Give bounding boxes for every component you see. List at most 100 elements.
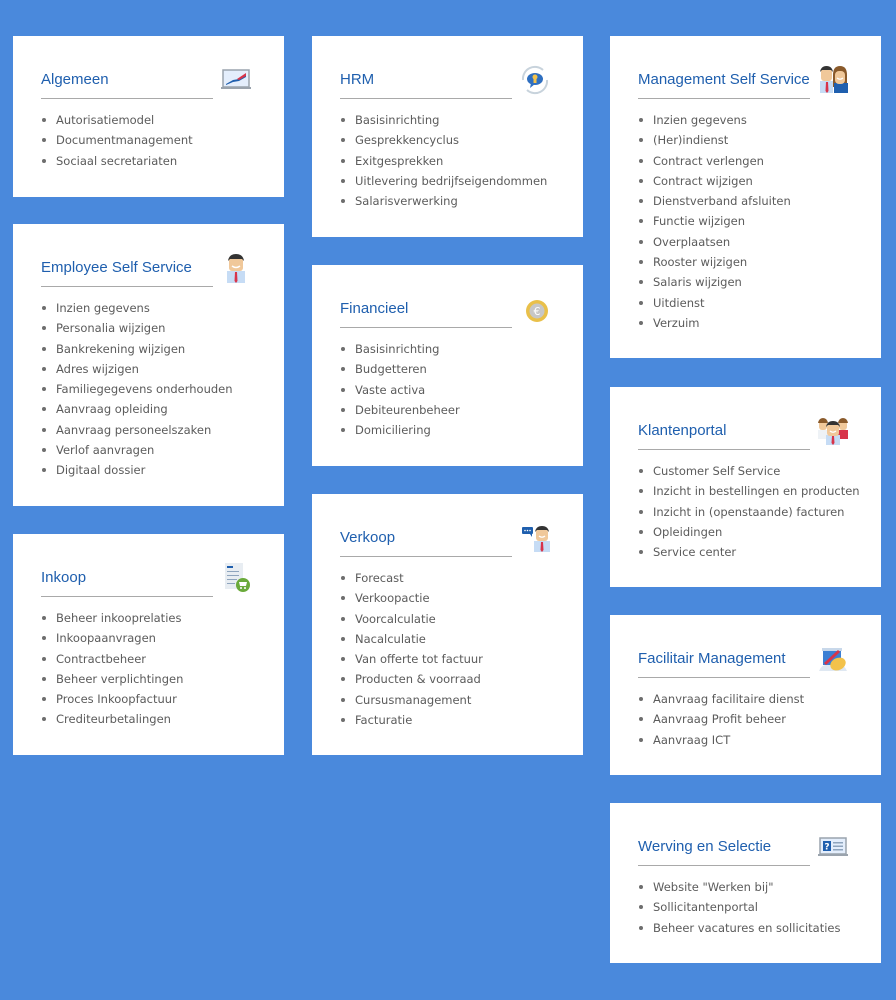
list-item[interactable]: Van offerte tot factuur xyxy=(340,649,555,669)
list-item[interactable]: Aanvraag personeelszaken xyxy=(41,420,256,440)
man-woman-icon xyxy=(816,63,850,97)
list-item[interactable]: Verzuim xyxy=(638,313,853,333)
purchase-list-cart-icon xyxy=(219,561,253,595)
conversation-cycle-icon xyxy=(518,63,552,97)
card-item-list: Inzien gegevens Personalia wijzigen Bank… xyxy=(41,298,256,481)
card-employee-self-service: Employee Self Service Inzien gegevens Pe… xyxy=(13,224,284,506)
card-header: Inkoop xyxy=(41,563,250,597)
list-item[interactable]: Debiteurenbeheer xyxy=(340,400,555,420)
card-header: Facilitair Management xyxy=(638,648,847,678)
list-item[interactable]: Contract verlengen xyxy=(638,151,853,171)
card-title[interactable]: Management Self Service xyxy=(638,71,810,89)
card-title[interactable]: Algemeen xyxy=(41,71,109,89)
list-item[interactable]: Beheer inkooprelaties xyxy=(41,608,256,628)
card-title[interactable]: Werving en Selectie xyxy=(638,838,771,856)
list-item[interactable]: Functie wijzigen xyxy=(638,211,853,231)
list-item[interactable]: Verlof aanvragen xyxy=(41,440,256,460)
list-item[interactable]: Familiegegevens onderhouden xyxy=(41,379,256,399)
list-item[interactable]: Contract wijzigen xyxy=(638,171,853,191)
list-item[interactable]: Uitlevering bedrijfseigendommen xyxy=(340,171,555,191)
list-item[interactable]: Aanvraag facilitaire dienst xyxy=(638,689,853,709)
list-item[interactable]: Salaris wijzigen xyxy=(638,272,853,292)
card-title[interactable]: Inkoop xyxy=(41,569,86,587)
list-item[interactable]: Aanvraag Profit beheer xyxy=(638,709,853,729)
laptop-chart-icon xyxy=(219,63,253,97)
list-item[interactable]: Inzicht in (openstaande) facturen xyxy=(638,502,853,522)
employee-icon xyxy=(219,251,253,285)
list-item[interactable]: Vaste activa xyxy=(340,380,555,400)
list-item[interactable]: Uitdienst xyxy=(638,293,853,313)
card-item-list: Website "Werken bij" Sollicitantenportal… xyxy=(638,877,853,938)
list-item[interactable]: Aanvraag ICT xyxy=(638,730,853,750)
list-item[interactable]: Forecast xyxy=(340,568,555,588)
card-title[interactable]: Financieel xyxy=(340,300,408,318)
card-financieel: Financieel € Basisinrichting Budgetteren… xyxy=(312,265,583,466)
list-item[interactable]: (Her)indienst xyxy=(638,130,853,150)
list-item[interactable]: Producten & voorraad xyxy=(340,669,555,689)
card-header: Werving en Selectie ? xyxy=(638,836,848,866)
customer-group-icon xyxy=(816,414,850,448)
list-item[interactable]: Budgetteren xyxy=(340,359,555,379)
card-title[interactable]: Klantenportal xyxy=(638,422,726,440)
card-item-list: Customer Self Service Inzicht in bestell… xyxy=(638,461,860,562)
list-item[interactable]: Crediteurbetalingen xyxy=(41,709,256,729)
card-item-list: Inzien gegevens (Her)indienst Contract v… xyxy=(638,110,853,333)
card-title[interactable]: HRM xyxy=(340,71,374,89)
list-item[interactable]: Proces Inkoopfactuur xyxy=(41,689,256,709)
cleaning-icon xyxy=(816,642,850,676)
list-item[interactable]: Sociaal secretariaten xyxy=(41,151,256,171)
card-klantenportal: Klantenportal Customer Self Service Inzi… xyxy=(610,387,881,587)
list-item[interactable]: Dienstverband afsluiten xyxy=(638,191,853,211)
card-facilitair-management: Facilitair Management Aanvraag facilitai… xyxy=(610,615,881,775)
list-item[interactable]: Overplaatsen xyxy=(638,232,853,252)
salesman-chat-icon xyxy=(518,521,552,555)
list-item[interactable]: Opleidingen xyxy=(638,522,853,542)
list-item[interactable]: Autorisatiemodel xyxy=(41,110,256,130)
list-item[interactable]: Personalia wijzigen xyxy=(41,318,256,338)
card-header: Verkoop xyxy=(340,526,550,557)
list-item[interactable]: Customer Self Service xyxy=(638,461,853,481)
list-item[interactable]: Voorcalculatie xyxy=(340,609,555,629)
card-item-list: Autorisatiemodel Documentmanagement Soci… xyxy=(41,110,256,171)
list-item[interactable]: Beheer verplichtingen xyxy=(41,669,256,689)
list-item[interactable]: Verkoopactie xyxy=(340,588,555,608)
card-inkoop: Inkoop Beheer inkooprelaties Inkoopaanvr… xyxy=(13,534,284,755)
card-algemeen: Algemeen Autorisatiemodel Documentmanage… xyxy=(13,36,284,197)
list-item[interactable]: Digitaal dossier xyxy=(41,460,256,480)
card-management-self-service: Management Self Service Inzien gegevens … xyxy=(610,36,881,358)
svg-text:€: € xyxy=(534,305,541,318)
card-title[interactable]: Employee Self Service xyxy=(41,259,192,277)
list-item[interactable]: Beheer vacatures en sollicitaties xyxy=(638,918,853,938)
list-item[interactable]: Inzicht in bestellingen en producten xyxy=(638,481,860,501)
card-item-list: Beheer inkooprelaties Inkoopaanvragen Co… xyxy=(41,608,256,730)
list-item[interactable]: Inzien gegevens xyxy=(41,298,256,318)
card-header: HRM xyxy=(340,65,549,99)
list-item[interactable]: Facturatie xyxy=(340,710,555,730)
list-item[interactable]: Basisinrichting xyxy=(340,110,555,130)
svg-text:?: ? xyxy=(824,843,829,853)
list-item[interactable]: Exitgesprekken xyxy=(340,151,555,171)
card-title[interactable]: Facilitair Management xyxy=(638,650,786,668)
list-item[interactable]: Documentmanagement xyxy=(41,130,256,150)
list-item[interactable]: Aanvraag opleiding xyxy=(41,399,256,419)
card-werving-en-selectie: Werving en Selectie ? Website "Werken bi… xyxy=(610,803,881,963)
list-item[interactable]: Cursusmanagement xyxy=(340,690,555,710)
list-item[interactable]: Adres wijzigen xyxy=(41,359,256,379)
list-item[interactable]: Basisinrichting xyxy=(340,339,555,359)
list-item[interactable]: Website "Werken bij" xyxy=(638,877,853,897)
card-title[interactable]: Verkoop xyxy=(340,529,395,547)
list-item[interactable]: Nacalculatie xyxy=(340,629,555,649)
card-header: Employee Self Service xyxy=(41,254,245,287)
list-item[interactable]: Gesprekkencyclus xyxy=(340,130,555,150)
list-item[interactable]: Inkoopaanvragen xyxy=(41,628,256,648)
list-item[interactable]: Service center xyxy=(638,542,853,562)
list-item[interactable]: Bankrekening wijzigen xyxy=(41,339,256,359)
list-item[interactable]: Salarisverwerking xyxy=(340,191,555,211)
list-item[interactable]: Sollicitantenportal xyxy=(638,897,853,917)
list-item[interactable]: Inzien gegevens xyxy=(638,110,853,130)
card-item-list: Forecast Verkoopactie Voorcalculatie Nac… xyxy=(340,568,555,730)
list-item[interactable]: Contractbeheer xyxy=(41,649,256,669)
list-item[interactable]: Domiciliering xyxy=(340,420,555,440)
card-header: Algemeen xyxy=(41,69,251,99)
list-item[interactable]: Rooster wijzigen xyxy=(638,252,853,272)
